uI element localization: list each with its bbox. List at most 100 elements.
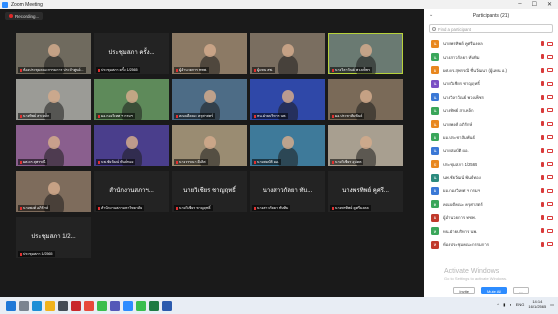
more-options-button[interactable]: ... [513,286,529,294]
tile-name-label: นายวิเชียร ชาญฤทธิ์ [174,205,213,211]
participant-row[interactable]: น นางวิลาวัณย์ พวงเพ็ชร [424,91,558,104]
video-tile[interactable]: นายวิเชียร อุปคต [328,125,403,166]
participant-row[interactable]: น นายพงศ์ อภิรักษ์ [424,117,558,130]
maximize-icon[interactable]: ☐ [532,1,537,8]
video-tile[interactable]: ผอ.ประชาสัมพันธ์ [328,79,403,120]
video-off-icon [547,41,553,46]
video-tile[interactable]: สำนักงานสภาฯ... สำนักงานสภามหาวิทยาลัย [94,171,169,212]
video-tile[interactable]: นางวรรณา ดีเลิศ [172,125,247,166]
recording-indicator[interactable]: Recording... [5,12,44,20]
taskbar-line-icon[interactable] [97,300,107,311]
taskbar-teams-icon[interactable] [110,300,120,311]
muted-mic-icon [541,174,544,180]
participants-title: Participants (21) [472,13,510,19]
tile-name-text: ประชุมสภา 1/2565 [23,252,53,256]
participant-row[interactable]: ผ ผอ.กองวิเทศ ฯ กรมฯ [424,184,558,197]
participant-status-icons [541,121,553,127]
tile-name-label: คณบดีคณะ ครุศาสตร์ [174,113,216,119]
tile-name-text: นางพรทิพย์ คูศรีมงคล [335,206,369,210]
muted-mic-icon [20,160,22,164]
taskbar-file-explorer-icon[interactable] [45,300,55,311]
network-icon[interactable]: ▮ [503,302,505,307]
minimize-icon[interactable]: – [518,1,521,8]
participant-row[interactable]: น นางสาวกัลยา ทับทิม [424,50,558,63]
video-tile[interactable]: หน.ฝ่ายบริหาร นพ. [250,79,325,120]
participant-row[interactable]: ผ ผู้อำนวยการ ทชพ. [424,211,558,224]
avatar: ห [431,227,439,236]
video-off-icon [547,148,553,153]
muted-mic-icon [541,94,544,100]
participant-row[interactable]: ผ ผศ.ดร.สุพรรณี ชื่นวัฒนา (ผู้แทน อ.) [424,64,558,77]
participant-name: นางวิลาวัณย์ พวงเพ็ชร [443,94,484,100]
participant-row[interactable]: ห หน.ฝ่ายบริหาร นพ. [424,224,558,237]
participant-head [126,90,138,103]
tile-name-label: ประชุมสภา ครั้ง 1/2565 [96,67,140,73]
video-tile[interactable]: คณบดีคณะ ครุศาสตร์ [172,79,247,120]
video-tile[interactable]: นางสาวกัลยา ทับ... นางสาวกัลยา ทับทิม [250,171,325,212]
video-tile[interactable]: นางวิลาวัณย์ พวงเพ็ชร [328,33,403,74]
muted-mic-icon [98,114,100,118]
video-tile[interactable]: ผศ.ดร.สุพรรณี [16,125,91,166]
language-indicator[interactable]: ENG [516,302,525,307]
muted-mic-icon [541,107,544,113]
video-tile[interactable]: ประชุมสภา 1/2... ประชุมสภา 1/2565 [16,217,91,258]
muted-mic-icon [332,160,334,164]
taskbar-search-icon[interactable] [19,300,29,311]
participant-head [360,44,372,57]
video-tile[interactable]: ประชุมสภา ครั้ง... ประชุมสภา ครั้ง 1/2565 [94,33,169,74]
video-tile[interactable]: นายพงศ์ อภิรักษ์ [16,171,91,212]
participant-name: นายวิเชียร ชาญฤทธิ์ [443,81,480,87]
participant-name: คณบดีคณะ ครุศาสตร์ [443,201,483,207]
clock[interactable]: 14:14 16/1/2565 [528,299,546,309]
taskbar-zoom-icon[interactable] [123,300,133,311]
participant-name: ห้องประชุมคณะกรรมการ [443,242,489,248]
participant-row[interactable]: น นายสมบัติ ผอ. [424,144,558,157]
taskbar-start-icon[interactable] [6,300,16,311]
participant-row[interactable]: น นายวิเชียร ชาญฤทธิ์ [424,77,558,90]
video-tile[interactable]: ห้องประชุมคณะกรรมการ ประจำศูนย์... [16,33,91,74]
participant-row[interactable]: ห ห้องประชุมคณะกรรมการ [424,238,558,251]
participant-row[interactable]: ผ ผอ.ประชาสัมพันธ์ [424,131,558,144]
taskbar-excel-icon[interactable] [149,300,159,311]
taskbar-chrome-icon[interactable] [84,300,94,311]
tile-name-text: นายวิเชียร อุปคต [335,160,362,164]
video-tile[interactable]: ผู้แทน สพ. [250,33,325,74]
taskbar-acrobat-icon[interactable] [71,300,81,311]
tray-up-icon[interactable]: ^ [497,302,499,307]
video-tile[interactable]: นายวิเชียร ชาญฤทธิ์ นายวิเชียร ชาญฤทธิ์ [172,171,247,212]
muted-mic-icon [98,206,100,210]
video-tile[interactable]: นายสมบัติ ผอ. [250,125,325,166]
tile-display-name: นายวิเชียร ชาญฤทธิ์ [183,188,236,194]
close-icon[interactable]: ✕ [547,1,552,8]
participant-row[interactable]: ป ประชุมสภา 1/2565 [424,158,558,171]
avatar: ผ [431,133,439,142]
search-icon [432,27,436,31]
tile-name-label: ประชุมสภา 1/2565 [18,251,55,257]
participant-row[interactable]: น นางทิพย์ สาเหล็ก [424,104,558,117]
taskbar-word-icon[interactable] [162,300,172,311]
tile-display-name: ประชุมสภา ครั้ง... [108,50,155,56]
video-tile[interactable]: ผู้อำนวยการ ทชพ. [172,33,247,74]
taskbar-store-icon[interactable] [58,300,68,311]
participant-name: นายพรทิพย์ คูศรีมงคล [443,41,483,47]
muted-mic-icon [98,68,100,72]
recording-label: Recording... [15,13,40,19]
participant-head [360,90,372,103]
video-tile[interactable]: นพ.ชัยวัฒน์ พันธ์ทอง [94,125,169,166]
participant-row[interactable]: น นายพรทิพย์ คูศรีมงคล [424,37,558,50]
video-tile[interactable]: นางทิพย์ สาเหล็ก [16,79,91,120]
participant-row[interactable]: ค คณบดีคณะ ครุศาสตร์ [424,198,558,211]
video-tile[interactable]: นางพรทิพย์ คูศรี... นางพรทิพย์ คูศรีมงคล [328,171,403,212]
notification-icon[interactable]: ▭ [550,302,554,307]
invite-button[interactable]: Invite [453,286,475,294]
recording-dot-icon [9,14,13,18]
participant-status-icons [541,228,553,234]
taskbar-edge-icon[interactable] [32,300,42,311]
video-tile[interactable]: ผอ.กองวิเทศ ฯ กรมฯ [94,79,169,120]
muted-mic-icon [541,134,544,140]
taskbar-line-2-icon[interactable] [136,300,146,311]
participant-search-input[interactable]: Find a participant [429,24,553,33]
volume-icon[interactable]: ◖ [509,302,511,307]
participant-row[interactable]: น นพ.ชัยวัฒน์ พันธ์ทอง [424,171,558,184]
mute-all-button[interactable]: Mute All [480,286,508,294]
